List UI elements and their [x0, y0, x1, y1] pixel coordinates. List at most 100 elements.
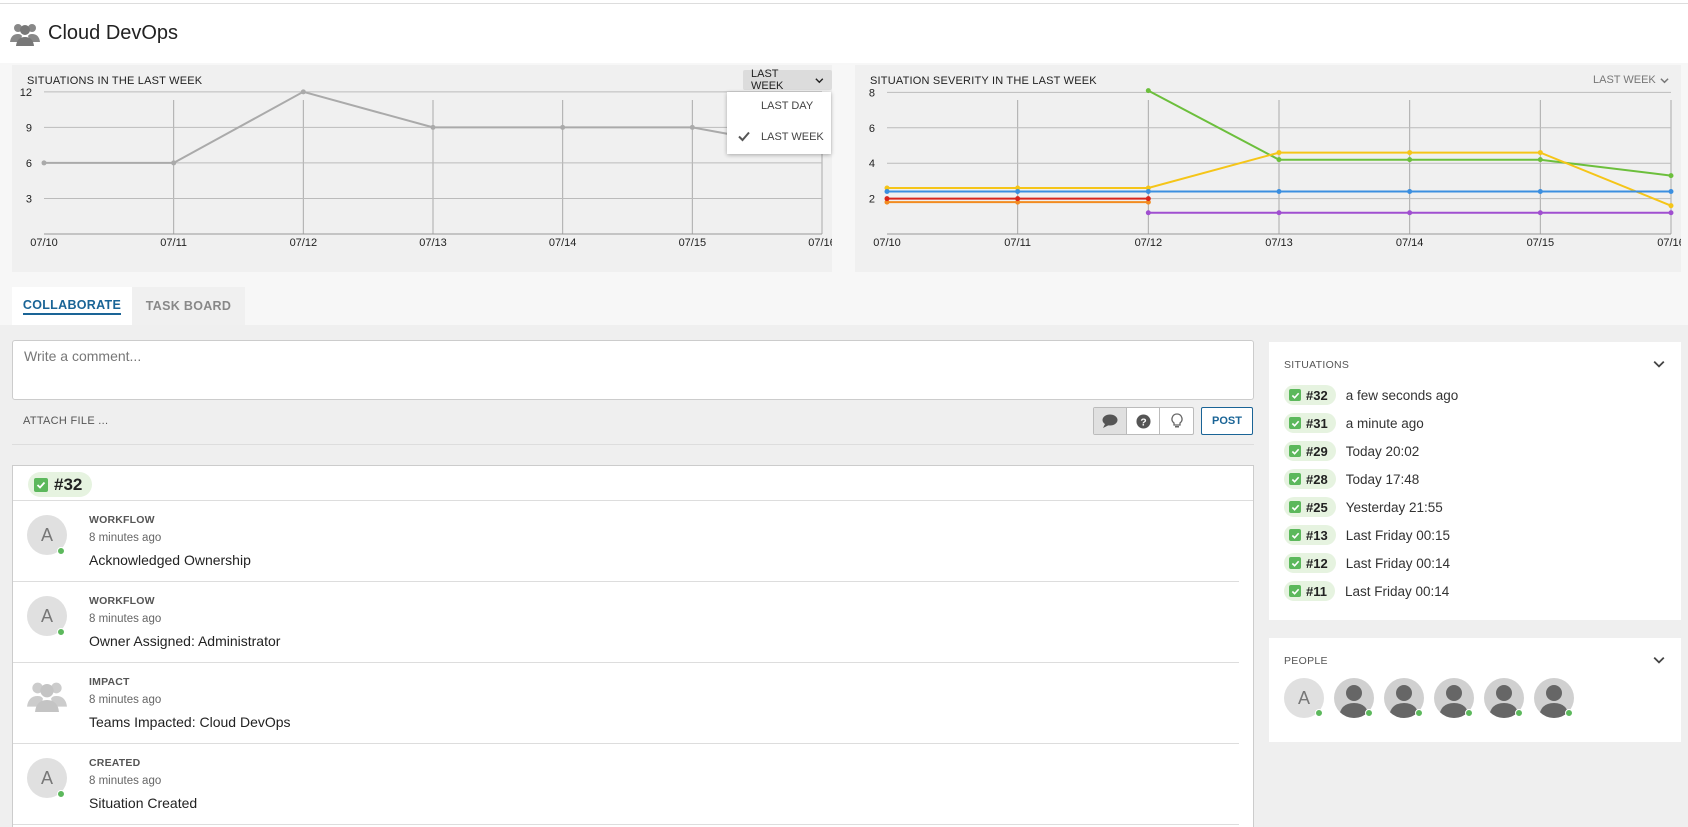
situation-time: a minute ago — [1345, 415, 1424, 431]
team-icon — [27, 682, 67, 712]
situation-list-item[interactable]: #28 Today 17:48 — [1284, 468, 1419, 490]
situation-list-item[interactable]: #31 a minute ago — [1284, 412, 1424, 434]
question-type-button[interactable]: ? — [1127, 408, 1160, 434]
situation-time: Last Friday 00:15 — [1345, 527, 1451, 543]
feed-item-time: 8 minutes ago — [89, 613, 162, 625]
situation-id: #32 — [54, 474, 83, 494]
situation-badge[interactable]: #11 — [1284, 581, 1335, 601]
person-avatar[interactable] — [1384, 678, 1424, 718]
question-icon: ? — [1135, 413, 1151, 429]
period-dropdown: LAST DAY LAST WEEK — [727, 92, 831, 154]
online-status-dot — [1565, 709, 1573, 717]
online-status-dot — [1515, 709, 1523, 717]
feed-item-type: CREATED — [89, 757, 141, 769]
online-status-dot — [1465, 709, 1473, 717]
severity-line-chart: 2 4 6 8 07/10 07/11 07/12 07/13 07/14 07/15 07/16 — [869, 87, 1681, 249]
dropdown-option-last-day[interactable]: LAST DAY — [727, 94, 831, 118]
x-tick-label: 07/13 — [1265, 237, 1293, 249]
situation-time: Last Friday 00:14 — [1344, 583, 1450, 599]
situation-list-item[interactable]: #11 Last Friday 00:14 — [1284, 580, 1449, 602]
situation-id: #28 — [1306, 471, 1328, 487]
situation-badge[interactable]: #32 — [28, 472, 93, 497]
data-point — [884, 189, 890, 195]
data-point — [1537, 189, 1543, 195]
divider — [12, 444, 1254, 445]
top-divider — [0, 3, 1688, 4]
data-point — [689, 124, 695, 130]
situation-list-item[interactable]: #13 Last Friday 00:15 — [1284, 524, 1450, 546]
x-tick-label: 07/16 — [1657, 237, 1681, 249]
online-status-dot — [1315, 709, 1323, 717]
tab-collaborate[interactable]: COLLABORATE — [12, 287, 132, 325]
situations-panel-title: SITUATIONS — [1284, 359, 1350, 371]
attach-file-link[interactable]: ATTACH FILE ... — [23, 415, 108, 427]
person-avatar[interactable] — [1484, 678, 1524, 718]
data-point — [1537, 210, 1543, 216]
feed-item-type: IMPACT — [89, 676, 130, 688]
x-tick-label: 07/10 — [30, 237, 58, 249]
checkbox-icon — [1289, 557, 1301, 569]
situation-badge[interactable]: #29 — [1284, 441, 1336, 461]
situation-badge[interactable]: #32 — [1284, 385, 1336, 405]
situation-badge[interactable]: #25 — [1284, 497, 1336, 517]
feed-item: A WORKFLOW 8 minutes ago Owner Assigned:… — [13, 582, 1239, 663]
situation-list-item[interactable]: #29 Today 20:02 — [1284, 440, 1419, 462]
situation-badge[interactable]: #31 — [1284, 413, 1336, 433]
x-tick-label: 07/13 — [419, 237, 447, 249]
team-icon — [10, 24, 40, 46]
data-point — [1276, 150, 1282, 156]
data-point — [1276, 210, 1282, 216]
situation-list-item[interactable]: #12 Last Friday 00:14 — [1284, 552, 1450, 574]
situation-id: #13 — [1306, 527, 1328, 543]
data-point — [300, 89, 306, 95]
situation-badge[interactable]: #28 — [1284, 469, 1336, 489]
checkbox-icon — [1289, 417, 1301, 429]
people-list: A — [1284, 678, 1574, 718]
person-avatar[interactable]: A — [1284, 678, 1324, 718]
online-status-dot — [1365, 709, 1373, 717]
person-avatar[interactable] — [1534, 678, 1574, 718]
data-point — [1407, 150, 1413, 156]
person-avatar[interactable] — [1334, 678, 1374, 718]
y-tick-label: 12 — [20, 87, 32, 99]
x-tick-label: 07/14 — [1396, 237, 1424, 249]
y-tick-label: 6 — [869, 123, 875, 135]
situation-id: #32 — [1306, 387, 1328, 403]
x-tick-label: 07/11 — [160, 237, 187, 249]
situation-list-item[interactable]: #25 Yesterday 21:55 — [1284, 496, 1443, 518]
data-point — [1407, 157, 1413, 163]
situations-panel: SITUATIONS #32 a few seconds ago #31 a minu… — [1269, 342, 1681, 620]
option-label: LAST WEEK — [761, 131, 824, 143]
situation-badge[interactable]: #12 — [1284, 553, 1336, 573]
data-point — [1276, 189, 1282, 195]
situation-list-item[interactable]: #32 a few seconds ago — [1284, 384, 1458, 406]
situation-time: Last Friday 00:14 — [1345, 555, 1451, 571]
data-point — [1276, 157, 1282, 163]
comment-type-button[interactable] — [1094, 408, 1127, 434]
y-tick-label: 2 — [869, 194, 875, 206]
data-point — [1145, 189, 1151, 195]
chevron-down-icon[interactable] — [1653, 358, 1665, 370]
feed-item-text: Owner Assigned: Administrator — [89, 633, 281, 649]
feed-item-text: Teams Impacted: Cloud DevOps — [89, 714, 291, 730]
speech-bubble-icon — [1102, 414, 1118, 428]
post-button[interactable]: POST — [1201, 407, 1253, 435]
data-point — [1145, 196, 1151, 202]
situation-time: Today 17:48 — [1345, 471, 1420, 487]
comment-placeholder: Write a comment... — [24, 348, 142, 364]
idea-type-button[interactable] — [1160, 408, 1193, 434]
x-tick-label: 07/12 — [1135, 237, 1163, 249]
data-point — [1145, 88, 1151, 94]
x-tick-label: 07/11 — [1004, 237, 1031, 249]
chevron-down-icon[interactable] — [1653, 654, 1665, 666]
dropdown-option-last-week[interactable]: LAST WEEK — [727, 125, 831, 149]
situation-badge[interactable]: #13 — [1284, 525, 1336, 545]
tab-task-board[interactable]: TASK BOARD — [132, 287, 245, 325]
x-tick-label: 07/14 — [549, 237, 577, 249]
comment-input[interactable]: Write a comment... — [12, 340, 1254, 400]
person-avatar[interactable] — [1434, 678, 1474, 718]
feed-item: A WORKFLOW 8 minutes ago Acknowledged Ow… — [13, 501, 1239, 582]
data-point — [1537, 150, 1543, 156]
people-panel-title: PEOPLE — [1284, 655, 1328, 667]
tab-label: COLLABORATE — [22, 298, 122, 315]
